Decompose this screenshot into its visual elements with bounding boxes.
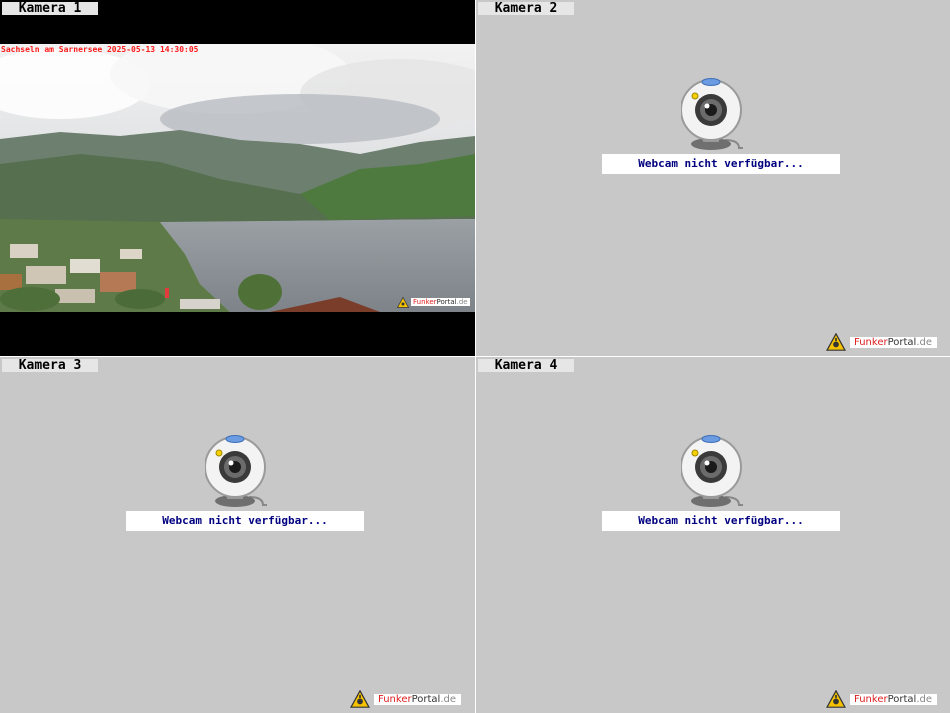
warning-triangle-icon [350,690,370,708]
funkerportal-logo[interactable]: FunkerPortal.de [350,689,461,709]
warning-triangle-icon [397,296,409,308]
warning-triangle-icon [826,333,846,351]
camera-1-panel[interactable]: Kamera 1 Sachseln am Sarnersee 2025-05-1… [0,0,475,356]
camera-3-label: Kamera 3 [2,359,98,372]
camera-2-label: Kamera 2 [478,2,574,15]
camera-4-panel[interactable]: Kamera 4 Webcam nicht verfügbar... Funke… [476,357,950,713]
funkerportal-logo[interactable]: FunkerPortal.de [826,689,937,709]
funkerportal-wordmark: FunkerPortal.de [411,298,470,306]
webcam-unavailable-message: Webcam nicht verfügbar... [602,154,840,174]
funkerportal-wordmark: FunkerPortal.de [374,693,461,705]
funkerportal-wordmark: FunkerPortal.de [850,336,937,348]
funkerportal-logo[interactable]: FunkerPortal.de [826,332,937,352]
webcam-icon [205,435,267,507]
webcam-overlay-caption: Sachseln am Sarnersee 2025-05-13 14:30:0… [1,45,199,54]
webcam-icon [681,78,743,150]
camera-4-label: Kamera 4 [478,359,574,372]
camera-1-label: Kamera 1 [2,2,98,15]
webcam-live-image [0,44,475,312]
camera-3-panel[interactable]: Kamera 3 Webcam nicht verfügbar... Funke… [0,357,475,713]
funkerportal-logo-small[interactable]: FunkerPortal.de [397,296,470,308]
camera-2-panel[interactable]: Kamera 2 Webcam nicht verfügbar... Funke… [476,0,950,356]
funkerportal-wordmark: FunkerPortal.de [850,693,937,705]
warning-triangle-icon [826,690,846,708]
webcam-unavailable-message: Webcam nicht verfügbar... [126,511,364,531]
webcam-icon [681,435,743,507]
camera-grid: Kamera 1 Sachseln am Sarnersee 2025-05-1… [0,0,950,713]
webcam-unavailable-message: Webcam nicht verfügbar... [602,511,840,531]
